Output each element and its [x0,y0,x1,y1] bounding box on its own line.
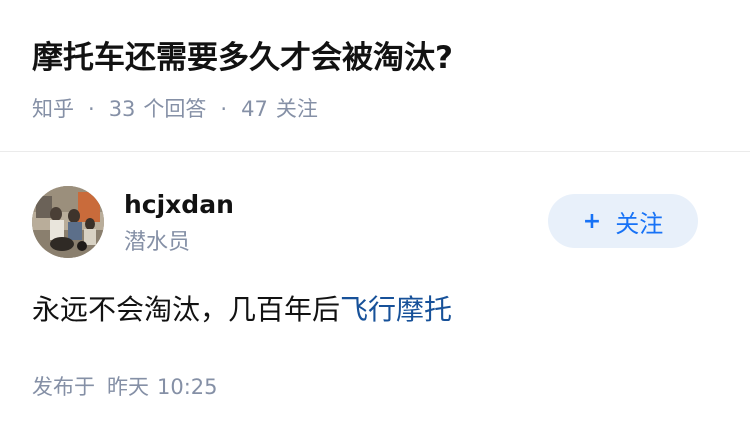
follow-count: 47 [241,97,268,121]
author-badge: 潜水员 [124,230,191,255]
source-label[interactable]: 知乎 [32,94,74,124]
meta-separator: · [88,97,95,121]
answer-link[interactable]: 飞行摩托 [340,293,452,326]
answer-card: hcjxdan 潜水员 + 关注 永远不会淘汰，几百年后飞行摩托 发布于 昨天 10… [0,152,750,438]
plus-icon: + [582,208,602,234]
publish-label: 发布于 [32,375,95,399]
answer-content: 永远不会淘汰，几百年后飞行摩托 [32,290,452,330]
user-avatar-photo-icon [32,186,104,258]
answer-count-label: 个回答 [143,97,207,121]
meta-separator: · [220,97,228,121]
author-name[interactable]: hcjxdan [124,188,234,222]
answer-text: 永远不会淘汰，几百年后 [32,293,341,326]
avatar[interactable] [32,186,104,258]
question-meta: 知乎 · 33 个回答 · 47 关注 [32,94,318,124]
answer-count: 33 [108,97,136,121]
publish-clock: 10:25 [157,375,218,399]
follow-button-label: 关注 [615,209,664,238]
question-header: 摩托车还需要多久才会被淘汰? 知乎 · 33 个回答 · 47 关注 [0,0,750,150]
follow-button[interactable]: + 关注 [548,194,698,248]
question-title[interactable]: 摩托车还需要多久才会被淘汰? [32,36,453,80]
answer-time: 发布于 昨天 10:25 [32,372,218,402]
follow-count-label: 关注 [275,97,318,121]
publish-day: 昨天 [107,375,149,399]
